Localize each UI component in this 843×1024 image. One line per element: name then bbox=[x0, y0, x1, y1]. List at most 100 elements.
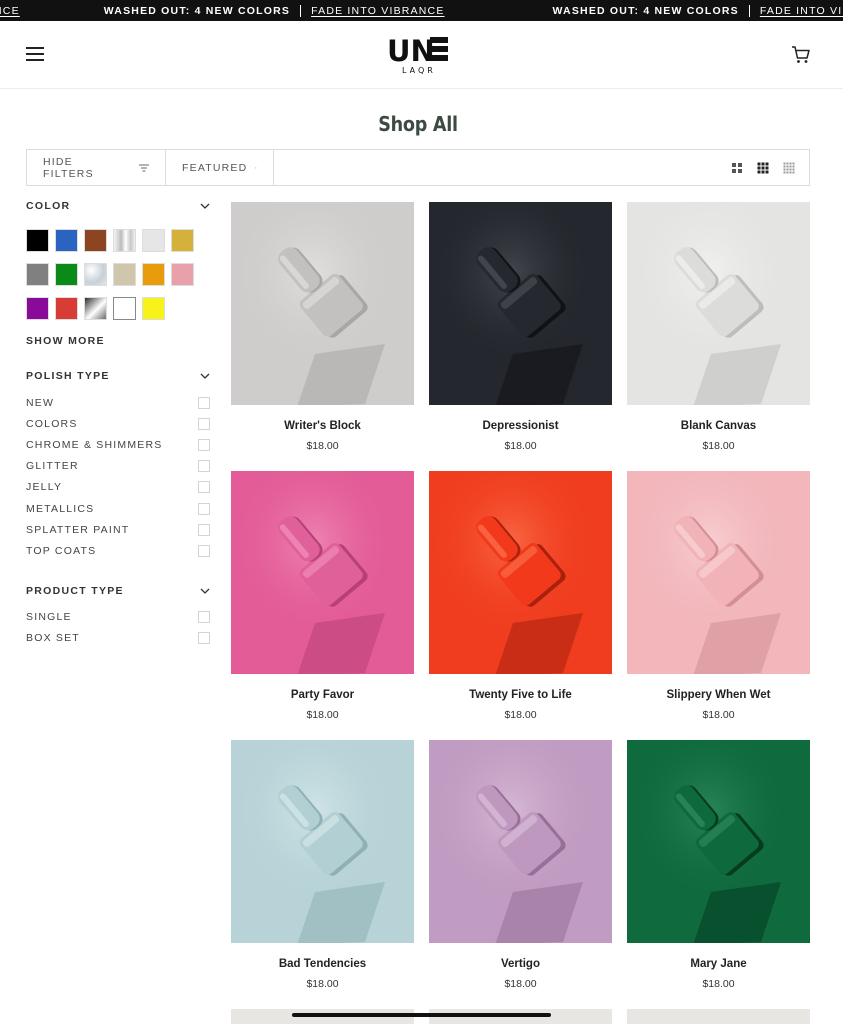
polish-type-option[interactable]: JELLY bbox=[26, 477, 210, 498]
product-card[interactable]: Twenty Five to Life $18.00 bbox=[429, 471, 612, 721]
product-card[interactable]: Slippery When Wet $18.00 bbox=[627, 471, 810, 721]
product-price: $18.00 bbox=[702, 978, 735, 990]
product-price: $18.00 bbox=[306, 978, 339, 990]
color-swatch-gold[interactable] bbox=[171, 229, 194, 252]
product-image[interactable] bbox=[429, 471, 612, 674]
color-swatch-metallic-gray[interactable] bbox=[84, 297, 107, 320]
color-facet-header[interactable]: COLOR bbox=[26, 200, 210, 212]
color-swatch-orange[interactable] bbox=[142, 263, 165, 286]
product-card[interactable]: Blank Canvas $18.00 bbox=[627, 202, 810, 452]
product-name[interactable]: Twenty Five to Life bbox=[429, 689, 612, 701]
color-swatch-glitter[interactable] bbox=[84, 263, 107, 286]
show-more-button[interactable]: SHOW MORE bbox=[26, 335, 210, 347]
color-swatch-brown[interactable] bbox=[84, 229, 107, 252]
grid-large-icon[interactable] bbox=[731, 162, 743, 174]
checkbox[interactable] bbox=[198, 396, 210, 409]
product-type-option[interactable]: SINGLE bbox=[26, 607, 210, 628]
checkbox[interactable] bbox=[198, 544, 210, 557]
polish-type-option[interactable]: METALLICS bbox=[26, 498, 210, 519]
product-card[interactable]: Party Favor $18.00 bbox=[231, 471, 414, 721]
announcement-link[interactable]: FADE INTO VIBRANCE bbox=[311, 5, 444, 17]
product-image[interactable] bbox=[231, 471, 414, 674]
checkbox[interactable] bbox=[198, 481, 210, 494]
color-swatch-beige[interactable] bbox=[113, 263, 136, 286]
color-swatch-light-gray[interactable] bbox=[142, 229, 165, 252]
hide-filters-button[interactable]: HIDE FILTERS bbox=[27, 150, 166, 185]
color-swatch-chrome[interactable] bbox=[113, 229, 136, 252]
product-image[interactable] bbox=[627, 202, 810, 405]
polish-type-option[interactable]: TOP COATS bbox=[26, 540, 210, 561]
brand-logo[interactable]: UN LAQR bbox=[387, 34, 449, 76]
color-swatch-pink[interactable] bbox=[171, 263, 194, 286]
product-image[interactable] bbox=[429, 740, 612, 943]
grid-small-icon[interactable] bbox=[783, 162, 795, 174]
product-image[interactable] bbox=[627, 740, 810, 943]
color-swatch-black[interactable] bbox=[26, 229, 49, 252]
checkbox[interactable] bbox=[198, 417, 210, 430]
product-type-option-label: BOX SET bbox=[26, 632, 80, 645]
checkbox[interactable] bbox=[198, 438, 210, 451]
product-name[interactable]: Party Favor bbox=[231, 689, 414, 701]
color-swatch-blue[interactable] bbox=[55, 229, 78, 252]
color-swatch-white[interactable] bbox=[113, 297, 136, 320]
product-card[interactable]: Mary Jane $18.00 bbox=[627, 740, 810, 990]
shopping-cart-icon[interactable] bbox=[790, 44, 812, 66]
checkbox[interactable] bbox=[198, 632, 210, 645]
color-swatch-yellow[interactable] bbox=[142, 297, 165, 320]
product-image[interactable] bbox=[231, 740, 414, 943]
polish-type-option[interactable]: COLORS bbox=[26, 413, 210, 434]
announcement-text: WASHED OUT: 4 NEW COLORS bbox=[552, 4, 739, 17]
announcement-divider bbox=[748, 4, 750, 17]
sort-featured-button[interactable]: FEATURED bbox=[166, 150, 274, 185]
polish-type-option-label: GLITTER bbox=[26, 460, 79, 473]
hamburger-menu-icon[interactable] bbox=[26, 47, 44, 61]
checkbox[interactable] bbox=[198, 611, 210, 624]
color-facet-title: COLOR bbox=[26, 200, 71, 212]
announcement-fragment: NCE bbox=[0, 5, 20, 17]
polish-type-option[interactable]: CHROME & SHIMMERS bbox=[26, 434, 210, 455]
product-card[interactable]: Writer's Block $18.00 bbox=[231, 202, 414, 452]
view-toggles bbox=[731, 150, 809, 185]
color-swatch-purple[interactable] bbox=[26, 297, 49, 320]
product-price: $18.00 bbox=[504, 709, 537, 721]
site-header: UN LAQR bbox=[0, 21, 843, 89]
product-name[interactable]: Blank Canvas bbox=[627, 420, 810, 432]
product-card-peek[interactable] bbox=[627, 1009, 810, 1024]
product-name[interactable]: Slippery When Wet bbox=[627, 689, 810, 701]
polish-type-facet-header[interactable]: POLISH TYPE bbox=[26, 370, 210, 382]
announcement-message: WASHED OUT: 4 NEW COLORS FADE INTO VIBRA… bbox=[103, 4, 445, 17]
polish-type-option-label: SPLATTER PAINT bbox=[26, 523, 130, 536]
product-price: $18.00 bbox=[504, 978, 537, 990]
checkbox[interactable] bbox=[198, 523, 210, 536]
polish-type-option-label: TOP COATS bbox=[26, 544, 97, 557]
product-image[interactable] bbox=[429, 202, 612, 405]
checkbox[interactable] bbox=[198, 502, 210, 515]
announcement-fragment-link[interactable]: NCE bbox=[0, 5, 20, 17]
polish-type-facet-title: POLISH TYPE bbox=[26, 370, 110, 382]
product-card[interactable]: Bad Tendencies $18.00 bbox=[231, 740, 414, 990]
product-image[interactable] bbox=[231, 202, 414, 405]
polish-type-option[interactable]: GLITTER bbox=[26, 456, 210, 477]
color-swatch-green[interactable] bbox=[55, 263, 78, 286]
polish-type-option[interactable]: NEW bbox=[26, 392, 210, 413]
announcement-link[interactable]: FADE INTO VIBRANCE bbox=[760, 5, 843, 17]
product-name[interactable]: Vertigo bbox=[429, 958, 612, 970]
announcement-text: WASHED OUT: 4 NEW COLORS bbox=[103, 4, 291, 17]
grid-medium-icon[interactable] bbox=[757, 162, 769, 174]
product-card[interactable]: Depressionist $18.00 bbox=[429, 202, 612, 452]
logo-text-sub: LAQR bbox=[402, 66, 436, 75]
checkbox[interactable] bbox=[198, 460, 210, 473]
product-name[interactable]: Mary Jane bbox=[627, 958, 810, 970]
polish-type-option[interactable]: SPLATTER PAINT bbox=[26, 519, 210, 540]
product-name[interactable]: Bad Tendencies bbox=[231, 958, 414, 970]
polish-type-option-label: NEW bbox=[26, 396, 55, 409]
product-image[interactable] bbox=[627, 471, 810, 674]
product-type-option[interactable]: BOX SET bbox=[26, 628, 210, 649]
product-card[interactable]: Vertigo $18.00 bbox=[429, 740, 612, 990]
product-name[interactable]: Depressionist bbox=[429, 420, 612, 432]
product-type-facet-header[interactable]: PRODUCT TYPE bbox=[26, 585, 210, 597]
product-name[interactable]: Writer's Block bbox=[231, 420, 414, 432]
polish-type-option-label: JELLY bbox=[26, 481, 63, 494]
color-swatch-red[interactable] bbox=[55, 297, 78, 320]
color-swatch-gray[interactable] bbox=[26, 263, 49, 286]
